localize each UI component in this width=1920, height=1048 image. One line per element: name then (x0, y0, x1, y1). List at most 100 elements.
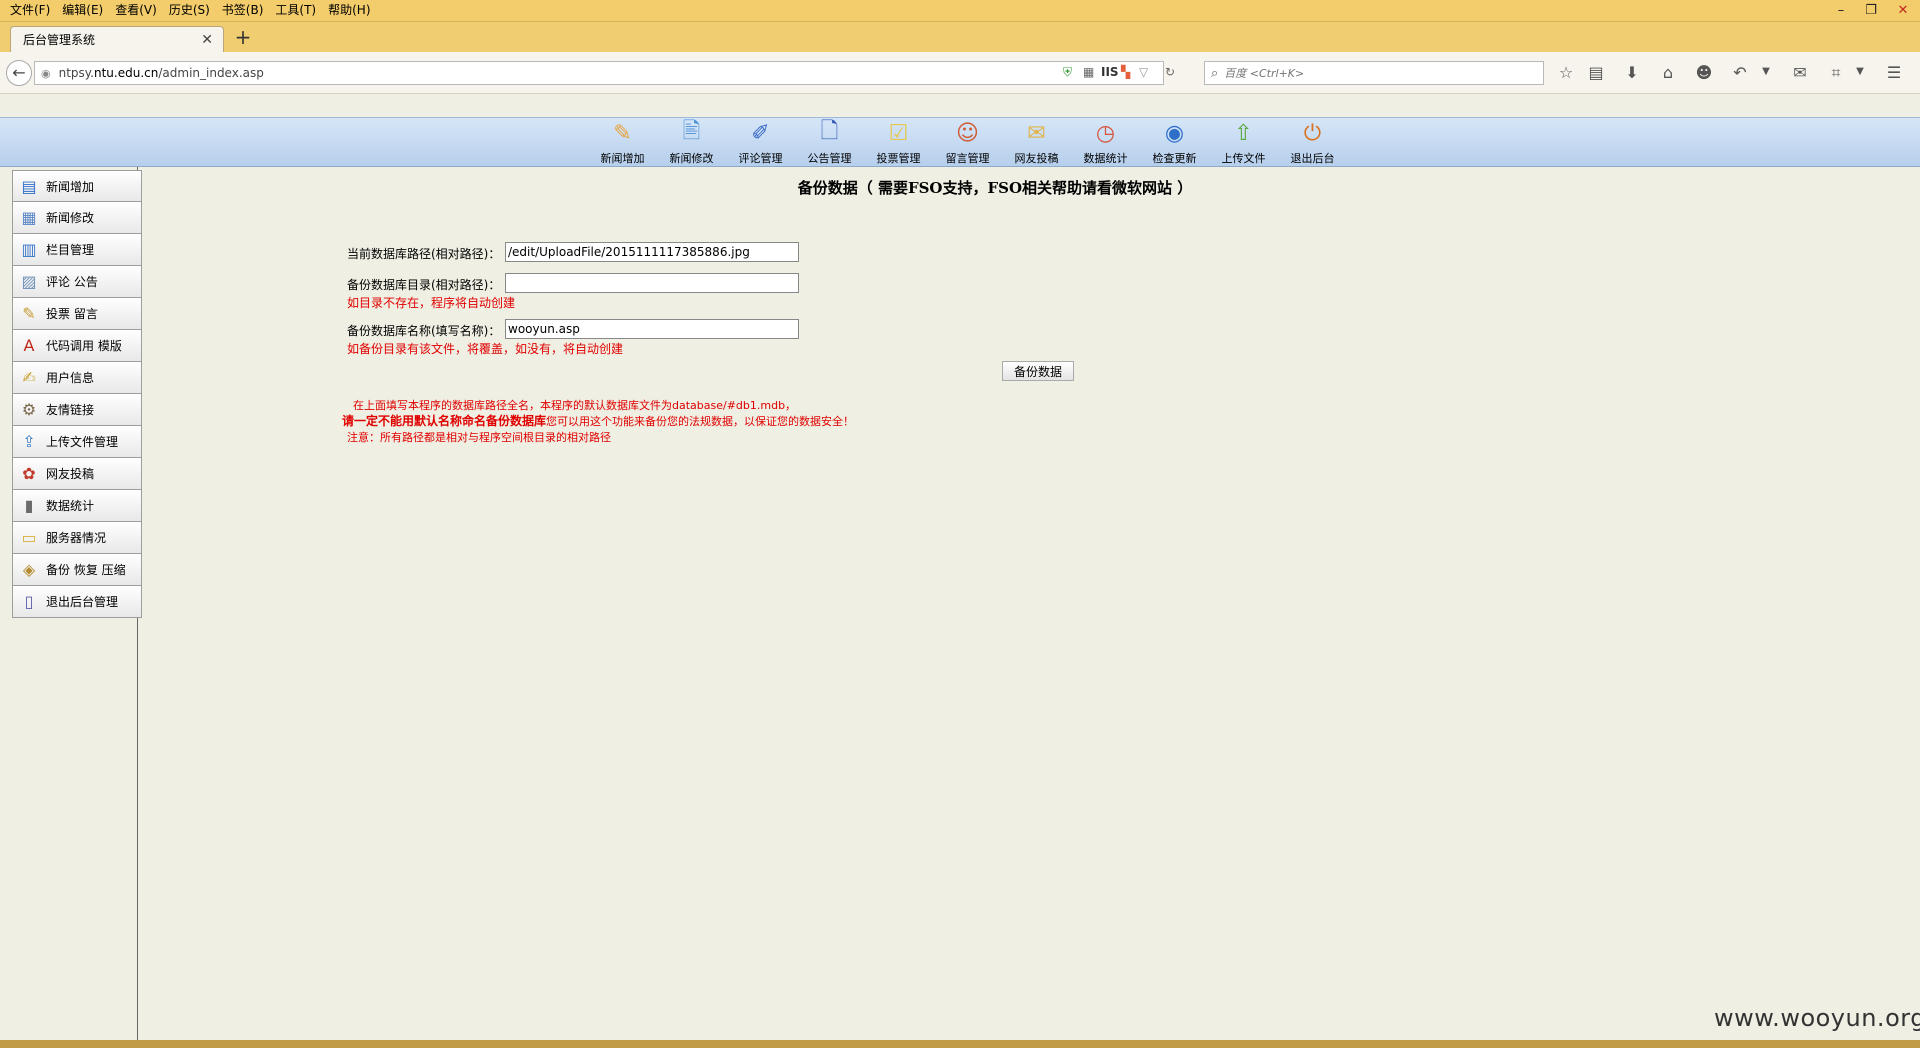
sidebar-item-label: 评论 公告 (46, 275, 98, 289)
topnav-item-6[interactable]: ✉ 网友投稿 (1002, 118, 1071, 168)
backup-form-panel: 备份数据（ 需要FSO支持，FSO相关帮助请看微软网站 ） 当前数据库路径(相对… (140, 167, 1920, 1040)
admin-top-toolbar: ✎ 新闻增加 🖹 新闻修改 ✐ 评论管理 🗋 公告管理 ☑ 投票管理 ☺ 留言管理 ✉ 网友投稿 ◷ 数据统计… (0, 117, 1920, 167)
news-edit-icon: ▦ (21, 208, 37, 227)
menu-item-2[interactable]: 查看(V) (109, 2, 163, 19)
sidebar-item-12[interactable]: ◈ 备份 恢复 压缩 (12, 554, 142, 586)
undo-icon[interactable]: ↶ (1730, 63, 1750, 82)
sidebar-item-11[interactable]: ▭ 服务器情况 (12, 522, 142, 554)
qr-code-icon[interactable]: ▦ (1083, 65, 1094, 79)
sidebar-item-10[interactable]: ▮ 数据统计 (12, 490, 142, 522)
iis-badge[interactable]: IIS (1101, 65, 1119, 79)
topnav-item-label: 网友投稿 (1014, 152, 1059, 165)
menu-bar: 文件(F) 编辑(E) 查看(V) 历史(S) 书签(B) 工具(T) 帮助(H) (4, 2, 377, 19)
tab-title: 后台管理系统 (23, 33, 96, 47)
sidebar-item-4[interactable]: ✎ 投票 留言 (12, 298, 142, 330)
friend-link-icon: ⚙ (21, 400, 37, 419)
admin-sidebar-items: ▤ 新闻增加 ▦ 新闻修改 ▥ 栏目管理 ▨ 评论 公告 ✎ 投票 留言 A 代码调用 模版 ✍ 用户信息… (12, 170, 142, 618)
current-path-input[interactable] (505, 242, 799, 262)
sidebar-item-1[interactable]: ▦ 新闻修改 (12, 202, 142, 234)
menu-item-4[interactable]: 书签(B) (216, 2, 270, 19)
topnav-item-4[interactable]: ☑ 投票管理 (864, 118, 933, 168)
crop-dropdown-icon[interactable]: ▼ (1850, 66, 1870, 77)
backup-icon: ◈ (22, 560, 36, 579)
minimize-icon[interactable]: – (1826, 0, 1856, 20)
url-prefix: ntpsy. (58, 66, 94, 80)
topnav-item-3[interactable]: 🗋 公告管理 (795, 118, 864, 168)
sidebar-item-6[interactable]: ✍ 用户信息 (12, 362, 142, 394)
code-template-icon: A (23, 336, 35, 355)
site-identity-icon[interactable]: ◉ (41, 67, 51, 80)
menu-item-1[interactable]: 编辑(E) (56, 2, 109, 19)
shield-icon[interactable]: ⛨ (1063, 65, 1072, 80)
sidebar-item-5[interactable]: A 代码调用 模版 (12, 330, 142, 362)
sidebar-item-label: 备份 恢复 压缩 (46, 563, 126, 577)
sidebar-item-13[interactable]: ▯ 退出后台管理 (12, 586, 142, 618)
backup-dir-input[interactable] (505, 273, 799, 293)
chat-icon[interactable]: ☻ (1694, 63, 1714, 82)
tab-close-icon[interactable]: ✕ (201, 32, 213, 48)
sidebar-item-8[interactable]: ⇪ 上传文件管理 (12, 426, 142, 458)
back-arrow-icon[interactable]: ← (6, 60, 32, 86)
bookmark-star-icon[interactable]: ☆ (1556, 63, 1576, 82)
download-icon[interactable]: ⬇ (1622, 63, 1642, 82)
statistics-icon: ◷ (1095, 120, 1116, 146)
topnav-item-7[interactable]: ◷ 数据统计 (1071, 118, 1140, 168)
address-bar[interactable]: ◉ ntpsy.ntu.edu.cn/admin_index.asp ⛨ ▦ I… (34, 61, 1175, 85)
sidebar-item-7[interactable]: ⚙ 友情链接 (12, 394, 142, 426)
topnav-item-label: 退出后台 (1290, 152, 1335, 165)
topnav-item-2[interactable]: ✐ 评论管理 (726, 118, 795, 168)
submit-article-icon: ✿ (22, 464, 36, 483)
topnav-item-label: 新闻增加 (600, 152, 645, 165)
reading-list-icon[interactable]: ▤ (1586, 63, 1606, 82)
logout-icon: ▯ (24, 592, 34, 611)
new-tab-icon[interactable]: + (232, 26, 254, 48)
backup-dir-label: 备份数据库目录(相对路径)： (347, 278, 501, 292)
message-icon[interactable]: ✉ (1790, 63, 1810, 82)
sidebar-item-label: 上传文件管理 (46, 435, 119, 449)
backup-data-button[interactable]: 备份数据 (1002, 361, 1074, 381)
reload-icon[interactable]: ↻ (1165, 65, 1175, 79)
server-status-icon: ▭ (21, 528, 37, 547)
topnav-item-0[interactable]: ✎ 新闻增加 (588, 118, 657, 168)
sidebar-item-0[interactable]: ▤ 新闻增加 (12, 170, 142, 202)
sidebar-item-3[interactable]: ▨ 评论 公告 (12, 266, 142, 298)
exit-icon: ⏻ (1303, 120, 1322, 146)
url-domain: ntu.edu.cn (94, 66, 159, 80)
menu-item-6[interactable]: 帮助(H) (322, 2, 376, 19)
dropdown-arrow-icon[interactable]: ▽ (1139, 65, 1148, 79)
menu-item-3[interactable]: 历史(S) (163, 2, 216, 19)
undo-dropdown-icon[interactable]: ▼ (1756, 66, 1776, 77)
sidebar-item-label: 新闻修改 (46, 211, 95, 225)
message-manage-icon: ☺ (956, 120, 979, 146)
statistics-icon: ▮ (24, 496, 34, 515)
browser-tab[interactable]: 后台管理系统 ✕ (10, 26, 224, 52)
menu-item-0[interactable]: 文件(F) (4, 2, 56, 19)
search-input[interactable] (1224, 66, 1525, 80)
sidebar-item-label: 服务器情况 (46, 531, 107, 545)
check-update-icon: ◉ (1164, 120, 1185, 146)
restore-icon[interactable]: ❐ (1856, 0, 1886, 20)
hamburger-menu-icon[interactable]: ☰ (1884, 63, 1904, 82)
sidebar-item-label: 网友投稿 (46, 467, 95, 481)
vote-message-icon: ✎ (22, 304, 36, 323)
topnav-item-5[interactable]: ☺ 留言管理 (933, 118, 1002, 168)
sidebar-item-label: 新闻增加 (46, 179, 95, 194)
home-icon[interactable]: ⌂ (1658, 63, 1678, 82)
menu-item-5[interactable]: 工具(T) (269, 2, 322, 19)
backup-name-hint: 如备份目录有该文件，将覆盖，如没有，将自动创建 (347, 342, 624, 356)
windows-logo-icon[interactable]: ▚ (1121, 65, 1130, 79)
crop-icon[interactable]: ⌗ (1826, 63, 1846, 83)
topnav-item-8[interactable]: ◉ 检查更新 (1140, 118, 1209, 168)
close-window-icon[interactable]: ✕ (1886, 0, 1920, 20)
backup-name-input[interactable] (505, 319, 799, 339)
note-warning-bold: 请一定不能用默认名称命名备份数据库 (342, 414, 547, 428)
topnav-item-10[interactable]: ⏻ 退出后台 (1278, 118, 1347, 168)
search-box[interactable]: ⌕ (1204, 61, 1544, 85)
user-info-icon: ✍ (22, 368, 36, 387)
watermark: www.wooyun.org (1714, 1004, 1920, 1032)
sidebar-item-2[interactable]: ▥ 栏目管理 (12, 234, 142, 266)
admin-sidebar: ▤ 新闻增加 ▦ 新闻修改 ▥ 栏目管理 ▨ 评论 公告 ✎ 投票 留言 A 代码调用 模版 ✍ 用户信息… (0, 167, 142, 1040)
topnav-item-9[interactable]: ⇧ 上传文件 (1209, 118, 1278, 168)
sidebar-item-9[interactable]: ✿ 网友投稿 (12, 458, 142, 490)
topnav-item-1[interactable]: 🖹 新闻修改 (657, 118, 726, 168)
